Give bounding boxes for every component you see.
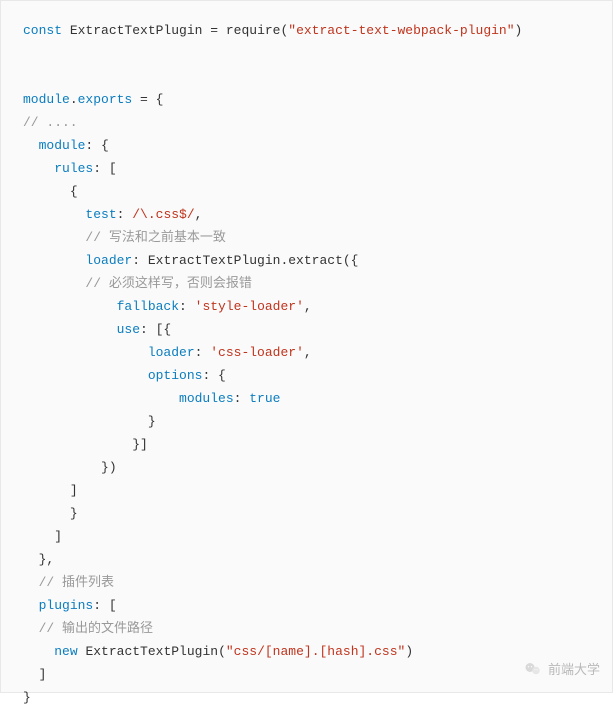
code-line: // 插件列表: [23, 575, 114, 590]
token-cmt: // 输出的文件路径: [39, 621, 153, 636]
token-ident: ExtractTextPlugin: [85, 644, 218, 659]
code-line: }: [23, 414, 156, 429]
token-prop: plugins: [39, 598, 94, 613]
token-plain: :: [179, 299, 195, 314]
code-line: module: {: [23, 138, 109, 153]
token-prop: module: [39, 138, 86, 153]
token-kw: const: [23, 23, 70, 38]
token-prop: module: [23, 92, 70, 107]
token-plain: }: [70, 506, 78, 521]
wechat-icon: [524, 660, 542, 678]
token-plain: : {: [85, 138, 108, 153]
code-line: // 写法和之前基本一致: [23, 230, 226, 245]
token-plain: :: [117, 207, 133, 222]
token-plain: : [: [93, 161, 116, 176]
token-plain: : {: [202, 368, 225, 383]
code-block: const ExtractTextPlugin = require ( "extra…: [0, 0, 613, 693]
code-line: fallback: 'style-loader',: [23, 299, 312, 314]
code-line: modules: true: [23, 391, 280, 406]
code-line: },: [23, 552, 54, 567]
code-line: ]: [23, 529, 62, 544]
token-plain: }: [23, 690, 31, 705]
code-line: module.exports = {: [23, 92, 163, 107]
code-line: loader: ExtractTextPlugin.extract({: [23, 253, 358, 268]
token-cmt: // 插件列表: [39, 575, 114, 590]
token-prop: loader: [85, 253, 132, 268]
token-str: 'style-loader': [195, 299, 304, 314]
token-paren: ): [515, 23, 523, 38]
token-prop: rules: [54, 161, 93, 176]
token-cmt: // 必须这样写，否则会报错: [85, 276, 251, 291]
code-line: const ExtractTextPlugin = require("extra…: [23, 23, 522, 38]
token-prop: test: [85, 207, 116, 222]
token-str: "css/[name].[hash].css": [226, 644, 405, 659]
token-plain: ]: [39, 667, 47, 682]
token-plain: :: [195, 345, 211, 360]
code-line: ]: [23, 667, 46, 682]
token-plain: ]: [70, 483, 78, 498]
token-paren: ): [405, 644, 413, 659]
token-prop: modules: [179, 391, 234, 406]
token-prop: fallback: [117, 299, 179, 314]
token-paren: (: [218, 644, 226, 659]
watermark: 前端大学: [524, 659, 600, 678]
code-line: new ExtractTextPlugin("css/[name].[hash]…: [23, 644, 413, 659]
code-content: const ExtractTextPlugin = require ( "extra…: [23, 19, 590, 709]
token-str: "extract-text-webpack-plugin": [288, 23, 514, 38]
token-regex: /\.css$/: [132, 207, 194, 222]
token-plain: : ExtractTextPlugin.extract({: [132, 253, 358, 268]
token-plain: = {: [132, 92, 163, 107]
code-line: plugins: [: [23, 598, 117, 613]
token-plain: }: [148, 414, 156, 429]
token-plain: :: [234, 391, 250, 406]
code-line: options: {: [23, 368, 226, 383]
token-plain: {: [70, 184, 78, 199]
token-plain: },: [39, 552, 55, 567]
token-dot: .: [70, 92, 78, 107]
token-plain: ,: [195, 207, 203, 222]
token-plain: ,: [304, 299, 312, 314]
token-kw: new: [54, 644, 85, 659]
token-cmt: // 写法和之前基本一致: [85, 230, 225, 245]
code-line: // ....: [23, 115, 78, 130]
code-line: }): [23, 460, 117, 475]
watermark-text: 前端大学: [548, 659, 600, 678]
token-prop: exports: [78, 92, 133, 107]
token-plain: : [: [93, 598, 116, 613]
token-fn: require: [226, 23, 281, 38]
token-ident: ExtractTextPlugin: [70, 23, 210, 38]
code-line: rules: [: [23, 161, 117, 176]
token-bool: true: [249, 391, 280, 406]
code-line: }]: [23, 437, 148, 452]
token-prop: options: [148, 368, 203, 383]
code-line: }: [23, 690, 31, 705]
code-line: // 输出的文件路径: [23, 621, 153, 636]
token-cmt: // ....: [23, 115, 78, 130]
code-line: use: [{: [23, 322, 171, 337]
code-line: }: [23, 506, 78, 521]
token-prop: use: [117, 322, 140, 337]
token-plain: }): [101, 460, 117, 475]
token-plain: : [{: [140, 322, 171, 337]
code-line: test: /\.css$/,: [23, 207, 202, 222]
code-line: loader: 'css-loader',: [23, 345, 312, 360]
token-plain: ,: [304, 345, 312, 360]
code-line: ]: [23, 483, 78, 498]
token-prop: loader: [148, 345, 195, 360]
token-plain: ]: [54, 529, 62, 544]
code-line: {: [23, 184, 78, 199]
token-paren: =: [210, 23, 226, 38]
token-plain: }]: [132, 437, 148, 452]
code-line: // 必须这样写，否则会报错: [23, 276, 252, 291]
token-str: 'css-loader': [210, 345, 304, 360]
